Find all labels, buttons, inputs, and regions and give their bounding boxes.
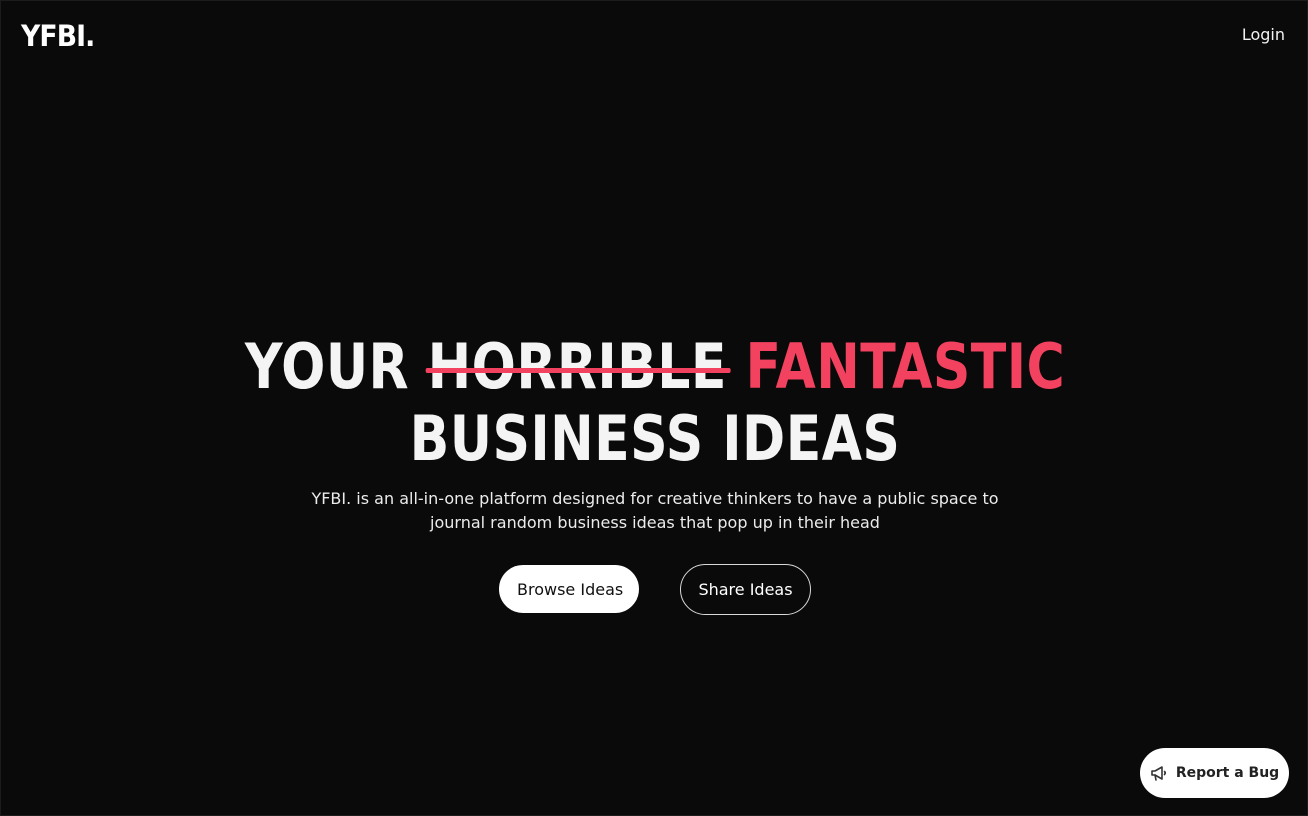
hero-headline: YOUR HORRIBLE FANTASTIC BUSINESS IDEAS [1,331,1308,475]
hero-description-line-2: journal random business ideas that pop u… [430,513,880,532]
report-bug-label: Report a Bug [1175,765,1280,781]
landing-page: YFBI. Login YOUR HORRIBLE FANTASTIC BUSI… [0,0,1308,816]
headline-word-struck: HORRIBLE [425,330,731,403]
hero-description: YFBI. is an all-in-one platform designed… [295,487,1015,535]
headline-word-accent: FANTASTIC [745,330,1066,403]
hero-section: YOUR HORRIBLE FANTASTIC BUSINESS IDEAS Y… [1,331,1308,615]
headline-word-struck-text: HORRIBLE [427,330,727,403]
site-logo[interactable]: YFBI. [21,19,95,53]
hero-button-row: Browse Ideas Share Ideas [1,564,1308,615]
share-ideas-button[interactable]: Share Ideas [680,564,811,615]
login-link[interactable]: Login [1242,25,1285,45]
headline-line-1: YOUR HORRIBLE FANTASTIC [106,331,1205,403]
headline-line-2: BUSINESS IDEAS [409,402,901,475]
headline-word-your: YOUR [244,330,410,403]
browse-ideas-button[interactable]: Browse Ideas [499,565,639,613]
hero-description-line-1: YFBI. is an all-in-one platform designed… [311,489,999,508]
report-bug-button[interactable]: Report a Bug [1140,748,1289,798]
megaphone-icon [1150,765,1168,781]
strikethrough-line [425,368,731,373]
